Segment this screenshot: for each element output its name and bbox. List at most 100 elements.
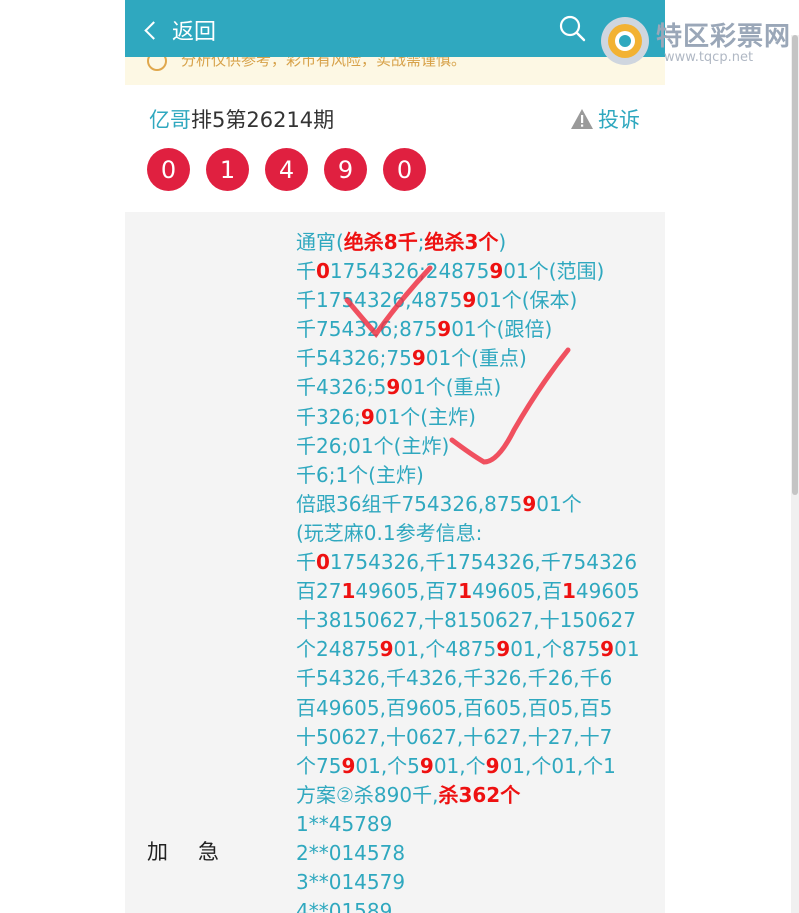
content-line: 个75901,个5901,个901,个01,个1 <box>296 752 661 781</box>
result-ball: 1 <box>206 148 249 191</box>
content-line: 千754326;875901个(跟倍) <box>296 315 661 344</box>
content-text: 49605,百 <box>472 579 562 604</box>
highlight-text: 9 <box>379 637 394 662</box>
complaint-button[interactable]: 投诉 <box>570 104 640 134</box>
content-text: 千326; <box>296 404 361 429</box>
content-text: 01 <box>614 637 640 662</box>
highlight-text: 9 <box>386 375 401 400</box>
content-text: 1754326,千1754326,千754326 <box>329 550 638 575</box>
content-text: 千54326,千4326,千326,千26,千6 <box>296 666 613 691</box>
watermark-name: 特区彩票网 <box>656 22 792 52</box>
highlight-text: 1 <box>341 579 356 604</box>
scrollbar[interactable] <box>791 35 799 913</box>
content-line: 方案②杀890千,杀362个 <box>296 781 661 810</box>
content-text: 千4326;5 <box>296 375 387 400</box>
highlight-text: 0 <box>316 259 330 284</box>
result-balls: 0 1 4 9 0 <box>147 148 426 191</box>
content-line: 3**014579 <box>296 868 661 897</box>
content-line: 千326;901个(主炸) <box>296 403 661 432</box>
highlight-text: 杀362个 <box>438 782 521 807</box>
content-text: 百49605,百9605,百605,百05,百5 <box>296 695 613 720</box>
highlight-text: 绝杀3个 <box>424 230 499 254</box>
phone-view: 返回 分析仅供参考，彩市有风险，实战需谨慎。 亿哥排5第26214期 投诉 0 … <box>125 0 665 913</box>
content-text: 千26;01个(主炸) <box>296 433 450 458</box>
content-line: 2**014578 <box>296 839 661 868</box>
content-text: 十50627,十0627,十627,十27,十7 <box>296 724 613 749</box>
logo-emblem-icon <box>601 17 649 65</box>
search-icon[interactable] <box>558 14 586 42</box>
content-text: 3**014579 <box>296 870 406 895</box>
content-text: 方案②杀890千, <box>296 782 439 807</box>
content-text: 2**014578 <box>296 840 406 865</box>
content-text: 01个(跟倍) <box>451 317 553 342</box>
content-line: (玩芝麻0.1参考信息: <box>296 519 661 548</box>
content-text: 千754326;875 <box>296 317 438 342</box>
result-ball: 4 <box>265 148 308 191</box>
content-text: 千1754326,4875 <box>296 288 463 313</box>
content-line: 千6;1个(主炸) <box>296 461 661 490</box>
content-text: 01,个01,个1 <box>499 753 616 778</box>
post-content: 通宵(绝杀8千;绝杀3个) 千01754326;24875901个(范围) 千175… <box>296 228 661 913</box>
content-line: 千54326;75901个(重点) <box>296 344 661 373</box>
content-line: 通宵(绝杀8千;绝杀3个) <box>296 228 661 257</box>
content-line: 4**01589 <box>296 897 661 913</box>
scrollbar-thumb[interactable] <box>792 35 798 495</box>
highlight-text: 9 <box>485 753 500 778</box>
site-watermark: 特区彩票网 www.tqcp.net <box>598 8 798 68</box>
highlight-text: 0 <box>316 550 330 575</box>
warning-triangle-icon <box>571 109 593 129</box>
content-line: 倍跟36组千754326,875901个 <box>296 490 661 519</box>
content-text: 1**45789 <box>296 811 393 836</box>
content-text: 个24875 <box>296 637 380 662</box>
content-text: 倍跟36组千754326,875 <box>296 491 523 516</box>
highlight-text: 9 <box>341 753 356 778</box>
content-text: 49605,百7 <box>355 579 459 604</box>
highlight-text: 9 <box>419 753 434 778</box>
highlight-text: 9 <box>489 259 504 284</box>
content-line: 千54326,千4326,千326,千26,千6 <box>296 664 661 693</box>
content-text: 千54326;75 <box>296 346 412 371</box>
risk-notice: 分析仅供参考，彩市有风险，实战需谨慎。 <box>125 57 665 85</box>
content-text: 1754326;24875 <box>329 259 490 284</box>
content-line: 十50627,十0627,十627,十27,十7 <box>296 723 661 752</box>
category-label: 加急 <box>147 840 249 864</box>
content-text: 通宵( <box>296 230 344 254</box>
content-text: 千6;1个(主炸) <box>296 462 424 487</box>
back-chevron-icon <box>144 20 163 40</box>
author-link[interactable]: 亿哥 <box>149 108 191 132</box>
highlight-text: 9 <box>522 491 537 516</box>
top-bar: 返回 <box>125 0 665 57</box>
highlight-text: 9 <box>411 346 426 371</box>
content-text: 个75 <box>296 753 342 778</box>
content-text: 01,个875 <box>510 637 601 662</box>
content-line: 十38150627,十8150627,十150627 <box>296 606 661 635</box>
highlight-text: 9 <box>437 317 452 342</box>
result-ball: 0 <box>147 148 190 191</box>
content-line: 个24875901,个4875901,个875901 <box>296 635 661 664</box>
content-text: 01,个 <box>433 753 486 778</box>
content-text: 49605 <box>575 579 640 604</box>
content-line: 百27149605,百7149605,百149605 <box>296 577 661 606</box>
content-text: 01个(保本) <box>476 288 578 313</box>
content-text: 01个 <box>536 491 582 516</box>
complaint-label: 投诉 <box>598 108 640 132</box>
content-text: 01个(重点) <box>425 346 527 371</box>
content-line: 千01754326,千1754326,千754326 <box>296 548 661 577</box>
content-line: 1**45789 <box>296 810 661 839</box>
content-text: 百27 <box>296 579 342 604</box>
content-text: 十38150627,十8150627,十150627 <box>296 608 636 633</box>
content-line: 千01754326;24875901个(范围) <box>296 257 661 286</box>
result-ball: 9 <box>324 148 367 191</box>
content-line: 百49605,百9605,百605,百05,百5 <box>296 694 661 723</box>
notice-text: 分析仅供参考，彩市有风险，实战需谨慎。 <box>181 57 467 69</box>
highlight-text: 1 <box>562 579 576 604</box>
back-label: 返回 <box>172 20 217 45</box>
content-text: (玩芝麻0.1参考信息: <box>296 520 483 545</box>
back-button[interactable]: 返回 <box>144 14 217 46</box>
content-text: 4**01589 <box>296 899 393 913</box>
watermark-url: www.tqcp.net <box>664 50 754 65</box>
content-text: 01个(主炸) <box>374 404 476 429</box>
content-line: 千26;01个(主炸) <box>296 432 661 461</box>
content-text: 千 <box>296 259 316 284</box>
highlight-text: 9 <box>360 404 375 429</box>
